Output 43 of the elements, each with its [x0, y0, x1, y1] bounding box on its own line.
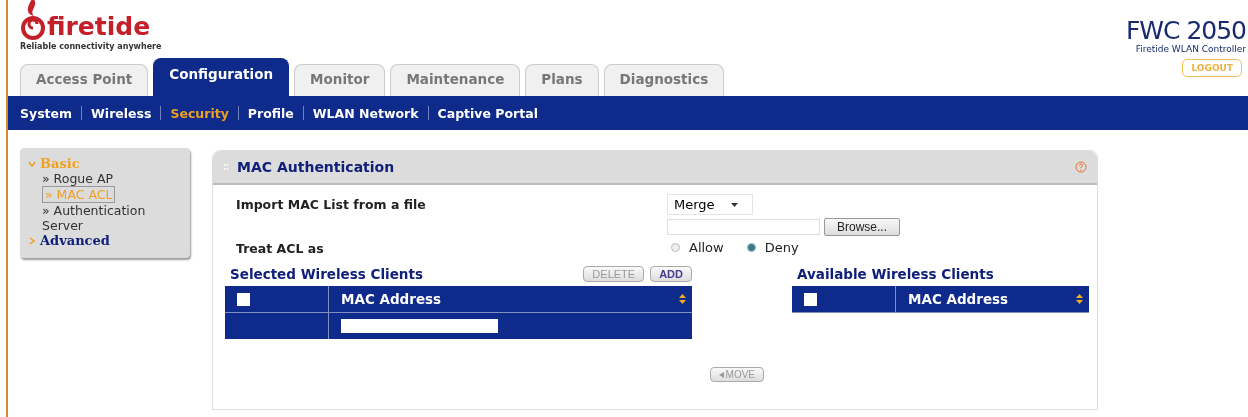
subnav-link[interactable]: Captive Portal — [437, 105, 538, 121]
sort-icon — [1076, 294, 1083, 304]
panel-title: MAC Authentication — [237, 159, 396, 175]
tab[interactable]: Diagnostics — [603, 64, 725, 96]
field-label: Treat ACL as — [236, 240, 325, 256]
list-button[interactable]: ADD — [650, 266, 692, 282]
sidebar-item[interactable]: » Authentication Server — [42, 203, 172, 233]
logo-wordmark: firetide — [47, 14, 151, 40]
sort-icon — [679, 294, 686, 304]
list-title: Available Wireless Clients — [797, 266, 994, 282]
select-all-checkbox[interactable] — [237, 292, 250, 306]
radio-button[interactable] — [746, 242, 756, 252]
dropdown-caret-icon — [730, 202, 738, 207]
tab[interactable]: Access Point — [20, 64, 149, 96]
subnav-link[interactable]: System — [20, 105, 73, 121]
tab[interactable]: Configuration — [153, 58, 290, 96]
help-icon — [1075, 161, 1087, 173]
subnav-link[interactable]: WLAN Network — [312, 105, 419, 121]
list-title: Selected Wireless Clients — [230, 266, 423, 282]
subnav-link[interactable]: Profile — [247, 105, 294, 121]
select-all-checkbox[interactable] — [804, 292, 817, 306]
mac-address-field[interactable] — [341, 319, 498, 333]
radio-button[interactable] — [671, 242, 680, 252]
logo-tagline: Reliable connectivity anywhere — [20, 42, 163, 51]
sidebar-group[interactable]: Advanced — [40, 233, 110, 248]
radio-label: Deny — [764, 239, 799, 255]
drag-handle-icon — [223, 163, 229, 171]
field-label: Import MAC List from a file — [236, 196, 427, 214]
product-model: FWC 2050 — [1125, 17, 1246, 44]
tab[interactable]: Maintenance — [390, 64, 521, 96]
product-subtitle: Firetide WLAN Controller — [1135, 44, 1246, 54]
sidebar-item[interactable]: » Rogue AP — [42, 171, 172, 186]
flame-logo-icon — [20, 0, 46, 40]
mode-dropdown[interactable]: Merge — [667, 194, 753, 215]
subnav-link[interactable]: Security — [170, 105, 229, 121]
file-path-field[interactable] — [667, 219, 820, 235]
tab[interactable]: Plans — [525, 64, 599, 96]
tab[interactable]: Monitor — [294, 64, 386, 96]
subnav-link[interactable]: Wireless — [91, 105, 152, 121]
radio-label: Allow — [689, 239, 724, 255]
left-arrow-icon — [718, 371, 724, 378]
column-header[interactable]: MAC Address — [341, 291, 442, 307]
browse-button[interactable]: Browse... — [824, 218, 900, 236]
